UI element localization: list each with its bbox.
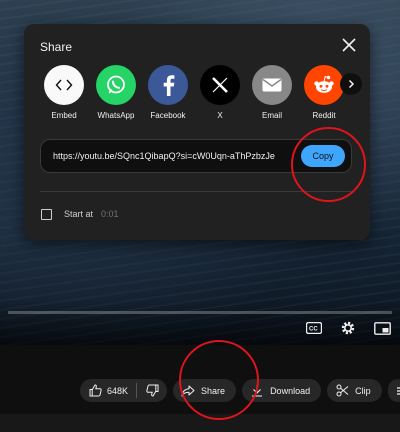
clip-button-label: Clip <box>355 385 371 396</box>
below-fold-strip <box>0 414 400 432</box>
share-url-text: https://youtu.be/SQnc1QibapQ?si=cW0Uqn-a… <box>53 151 275 161</box>
miniplayer-icon[interactable] <box>372 318 392 338</box>
share-option-label: Embed <box>51 111 77 120</box>
close-icon[interactable] <box>340 36 358 54</box>
more-actions-button[interactable] <box>387 379 400 402</box>
download-button-label: Download <box>270 385 311 396</box>
share-option-reddit[interactable]: Reddit <box>304 65 344 120</box>
facebook-icon <box>148 65 188 105</box>
share-option-embed[interactable]: Embed <box>44 65 84 120</box>
player-controls: CC <box>304 318 392 338</box>
like-button[interactable]: 648K <box>88 383 138 398</box>
share-option-label: Reddit <box>312 111 336 120</box>
svg-text:CC: CC <box>309 327 318 333</box>
share-option-email[interactable]: Email <box>252 65 292 120</box>
thumbs-up-icon <box>88 384 102 398</box>
share-option-label: Facebook <box>150 111 186 120</box>
chevron-right-icon[interactable] <box>340 73 362 95</box>
whatsapp-icon <box>96 65 136 105</box>
share-option-label: WhatsApp <box>97 111 135 120</box>
thumbs-down-icon <box>145 384 159 398</box>
x-icon <box>200 65 240 105</box>
annotation-circle-copy <box>291 127 366 202</box>
share-option-x[interactable]: X <box>200 65 240 120</box>
more-icon <box>394 384 400 398</box>
annotation-circle-share <box>179 340 259 420</box>
settings-gear-icon[interactable] <box>338 318 358 338</box>
share-option-label: Email <box>261 111 282 120</box>
share-option-label: X <box>217 111 223 120</box>
start-at-checkbox[interactable] <box>41 209 52 220</box>
start-time-value: 0:01 <box>101 209 119 219</box>
email-icon <box>252 65 292 105</box>
share-option-whatsapp[interactable]: WhatsApp <box>96 65 136 120</box>
subtitles-icon[interactable]: CC <box>304 318 324 338</box>
progress-bar[interactable] <box>8 311 392 314</box>
reddit-icon <box>304 65 344 105</box>
dialog-title: Share <box>40 40 73 54</box>
like-dislike-group: 648K <box>80 379 168 402</box>
share-option-facebook[interactable]: Facebook <box>148 65 188 120</box>
share-options: Embed WhatsApp Facebook X Email Reddit <box>44 65 344 120</box>
clip-button[interactable]: Clip <box>327 379 382 402</box>
dislike-button[interactable] <box>137 384 159 398</box>
scissors-icon <box>335 384 349 398</box>
start-at-label: Start at <box>64 209 94 219</box>
like-count: 648K <box>107 385 129 396</box>
embed-icon <box>44 65 84 105</box>
